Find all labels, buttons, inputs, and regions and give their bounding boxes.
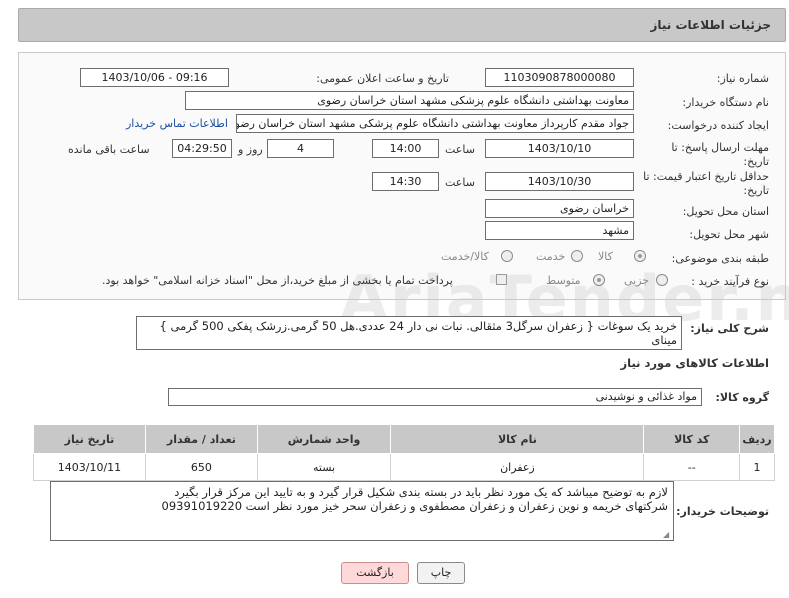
cell-date: 1403/10/11 — [33, 453, 146, 481]
category-radio-goods-service[interactable] — [501, 250, 513, 262]
description-label: شرح کلی نیاز: — [690, 322, 769, 335]
buyer-notes-textarea[interactable]: لازم به توضیح میباشد که یک مورد نظر باید… — [50, 481, 674, 541]
days-remaining-field[interactable]: 4 — [267, 139, 334, 158]
buyer-org-label: نام دستگاه خریدار: — [682, 96, 769, 109]
category-option-goods: کالا — [598, 250, 613, 263]
buyer-notes-line-1: لازم به توضیح میباشد که یک مورد نظر باید… — [174, 485, 668, 499]
purchase-type-label: نوع فرآیند خرید : — [691, 275, 769, 288]
validity-label: حداقل تاریخ اعتبار قیمت: تا — [643, 170, 769, 183]
cell-name: زعفران — [390, 453, 645, 481]
goods-section-title: اطلاعات کالاهای مورد نیاز — [620, 356, 769, 370]
province-field[interactable]: خراسان رضوی — [485, 199, 634, 218]
back-button[interactable]: بازگشت — [341, 562, 409, 584]
validity-date-field[interactable]: 1403/10/30 — [485, 172, 634, 191]
category-radio-service[interactable] — [571, 250, 583, 262]
col-qty: تعداد / مقدار — [144, 424, 258, 454]
buyer-notes-label: توضیحات خریدار: — [676, 505, 769, 518]
buyer-notes-line-2: شرکتهای خریمه و نوین زعفران و زعفران مصط… — [161, 499, 668, 513]
cell-unit: بسته — [256, 453, 392, 481]
creator-field[interactable]: جواد مقدم کارپرداز معاونت بهداشتی دانشگا… — [236, 114, 634, 133]
category-option-service: خدمت — [536, 250, 566, 263]
validity-time-field[interactable]: 14:30 — [372, 172, 439, 191]
goods-table: ردیف کد کالا نام کالا واحد شمارش تعداد /… — [33, 424, 775, 481]
category-radio-goods[interactable] — [634, 250, 646, 262]
table-row[interactable]: 1 -- زعفران بسته 650 1403/10/11 — [33, 453, 775, 481]
need-number-field[interactable]: 1103090878000080 — [485, 68, 634, 87]
need-number-label: شماره نیاز: — [716, 72, 769, 85]
remaining-time-field[interactable]: 04:29:50 — [172, 139, 232, 158]
announce-label: تاریخ و ساعت اعلان عمومی: — [316, 72, 449, 85]
deadline-label: مهلت ارسال پاسخ: تا — [671, 141, 769, 154]
buyer-contact-link[interactable]: اطلاعات تماس خریدار — [126, 117, 228, 130]
purchase-option-medium: متوسط — [546, 274, 581, 287]
resize-handle-icon[interactable]: ◢ — [663, 530, 672, 539]
purchase-radio-minor[interactable] — [656, 274, 668, 286]
cell-code: -- — [643, 453, 741, 481]
deadline-time-field[interactable]: 14:00 — [372, 139, 439, 158]
validity-time-label: ساعت — [445, 176, 475, 189]
deadline-label-date: تاریخ: — [743, 155, 769, 168]
col-code: کد کالا — [643, 424, 741, 454]
treasury-payment-note: پرداخت تمام یا بخشی از مبلغ خرید،از محل … — [102, 274, 453, 287]
treasury-payment-checkbox[interactable] — [496, 274, 507, 285]
creator-label: ایجاد کننده درخواست: — [667, 119, 769, 132]
deadline-date-field[interactable]: 1403/10/10 — [485, 139, 634, 158]
announce-field[interactable]: 1403/10/06 - 09:16 — [80, 68, 229, 87]
deadline-time-label: ساعت — [445, 143, 475, 156]
days-label: روز و — [238, 143, 263, 156]
buyer-org-field[interactable]: معاونت بهداشتی دانشگاه علوم پزشکی مشهد ا… — [185, 91, 634, 110]
goods-group-field[interactable]: مواد غذائی و نوشیدنی — [168, 388, 702, 406]
validity-label-date: تاریخ: — [743, 184, 769, 197]
city-label: شهر محل تحویل: — [689, 228, 769, 241]
category-option-goods-service: کالا/خدمت — [441, 250, 489, 263]
col-unit: واحد شمارش — [256, 424, 392, 454]
goods-table-header: ردیف کد کالا نام کالا واحد شمارش تعداد /… — [33, 424, 775, 454]
cell-qty: 650 — [144, 453, 258, 481]
page-header: جزئیات اطلاعات نیاز — [18, 8, 786, 42]
purchase-radio-medium[interactable] — [593, 274, 605, 286]
goods-group-label: گروه کالا: — [715, 391, 769, 404]
col-row: ردیف — [739, 424, 775, 454]
page-title: جزئیات اطلاعات نیاز — [650, 18, 771, 32]
print-button[interactable]: چاپ — [417, 562, 465, 584]
description-textarea[interactable]: خرید یک سوغات { زعفران سرگل3 مثقالی. نبا… — [136, 316, 682, 350]
col-name: نام کالا — [390, 424, 645, 454]
province-label: استان محل تحویل: — [682, 205, 769, 218]
purchase-option-minor: جزیی — [624, 274, 650, 287]
cell-row: 1 — [739, 453, 775, 481]
col-date: تاریخ نیاز — [33, 424, 146, 454]
remaining-time-label: ساعت باقی مانده — [68, 143, 150, 156]
category-label: طبقه بندی موضوعی: — [671, 252, 769, 265]
city-field[interactable]: مشهد — [485, 221, 634, 240]
